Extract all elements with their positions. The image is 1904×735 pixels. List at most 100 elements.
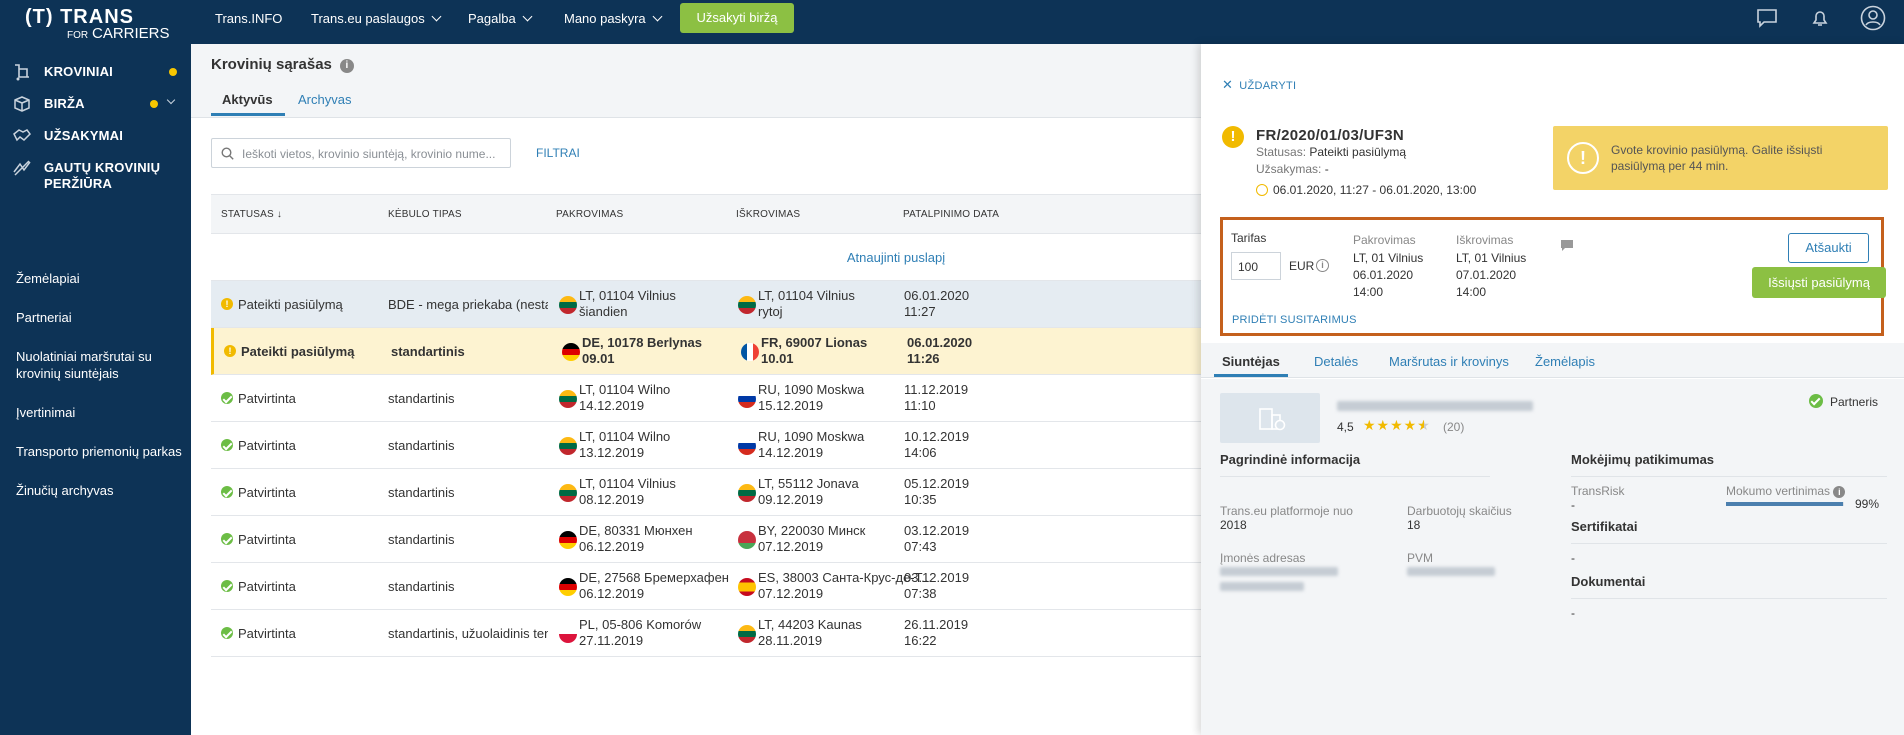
order-exchange-button[interactable]: Užsakyti biržą <box>680 3 794 33</box>
cargo-icon <box>15 64 29 81</box>
row-load-date: 14.12.2019 <box>579 398 645 413</box>
sidebar-item-maps[interactable]: Žemėlapiai <box>16 270 80 287</box>
star-rating: ★★★★★★ <box>1363 417 1431 433</box>
transrisk-value: - <box>1571 498 1575 512</box>
row-unload-place: RU, 1090 Moskwa <box>758 429 865 444</box>
trans-logo[interactable]: (T) TRANS FOR CARRIERS <box>25 6 170 43</box>
warning-icon: ! <box>221 298 233 310</box>
close-button[interactable]: ✕ UŽDARYTI <box>1222 77 1296 93</box>
row-body-type: standartinis <box>388 485 455 500</box>
row-body-type: standartinis <box>388 532 455 547</box>
offer-load-label: Pakrovimas <box>1353 233 1416 247</box>
notification-dot <box>169 68 177 76</box>
tab-archive[interactable]: Archyvas <box>298 92 351 113</box>
tab-sender[interactable]: Siuntėjas <box>1214 354 1288 377</box>
company-logo <box>1220 393 1320 443</box>
filters-button[interactable]: FILTRAI <box>536 146 580 160</box>
row-load-place: LT, 01104 Vilnius <box>579 476 676 491</box>
user-icon[interactable] <box>1860 5 1886 31</box>
row-status: Patvirtinta <box>238 438 296 453</box>
company-name-redacted[interactable] <box>1337 401 1533 411</box>
row-unload-date: 07.12.2019 <box>758 586 824 601</box>
row-load-date: 06.12.2019 <box>579 586 645 601</box>
cancel-button[interactable]: Atšaukti <box>1788 233 1869 263</box>
sidebar-item-exchange[interactable]: BIRŽA <box>0 94 191 114</box>
flag-icon <box>738 484 756 502</box>
row-posted-date: 06.01.2020 <box>904 288 970 303</box>
info-icon[interactable]: i <box>1316 259 1329 272</box>
table-row[interactable]: Patvirtinta standartinis LT, 01104 Wilno 14… <box>211 375 1201 422</box>
search-input[interactable]: Ieškoti vietos, krovinio siuntėją, krovi… <box>211 138 511 168</box>
sidebar-item-received-cargo[interactable]: GAUTŲ KROVINIŲ PERŽIŪRA <box>0 158 191 194</box>
check-icon <box>221 486 233 498</box>
sidebar-item-orders[interactable]: UŽSAKYMAI <box>0 126 191 146</box>
row-load-date: 13.12.2019 <box>579 445 645 460</box>
status-line: Statusas: Pateikti pasiūlymą <box>1256 145 1407 159</box>
certificates-value: - <box>1571 551 1575 565</box>
review-count[interactable]: (20) <box>1443 420 1464 434</box>
row-load-place: LT, 01104 Wilno <box>579 429 671 444</box>
table-row[interactable]: Patvirtinta standartinis, užuolaidinis te… <box>211 610 1201 657</box>
clock-icon <box>1256 184 1268 196</box>
offer-unload-label: Iškrovimas <box>1456 233 1514 247</box>
chevron-down-icon <box>522 11 533 22</box>
row-load-date: 27.11.2019 <box>579 633 644 648</box>
tab-active[interactable]: Aktyvūs <box>211 92 285 116</box>
info-icon[interactable]: i <box>1833 486 1846 498</box>
warning-icon: ! <box>1222 126 1244 148</box>
offer-load-time: 14:00 <box>1353 285 1384 299</box>
row-load-date: 06.12.2019 <box>579 539 645 554</box>
sidebar-item-fleet[interactable]: Transporto priemonių parkas <box>16 443 182 460</box>
row-load-date: šiandien <box>579 304 628 319</box>
add-agreements-link[interactable]: PRIDĖTI SUSITARIMUS <box>1232 314 1357 326</box>
nav-my-account[interactable]: Mano paskyra <box>564 0 663 37</box>
row-body-type: BDE - mega priekaba (nestandar... <box>388 297 548 312</box>
nav-help[interactable]: Pagalba <box>468 0 533 37</box>
nav-trans-eu-services[interactable]: Trans.eu paslaugos <box>311 0 442 37</box>
row-unload-date: 10.01 <box>761 351 794 366</box>
sidebar-item-routes[interactable]: Nuolatiniai maršrutai su krovinių siuntė… <box>16 348 176 382</box>
bell-icon[interactable] <box>1810 8 1830 28</box>
pay-rating-fill <box>1726 502 1843 506</box>
table-row[interactable]: ! Pateikti pasiūlymą BDE - mega priekaba (… <box>211 281 1201 328</box>
sidebar-item-ratings[interactable]: Įvertinimai <box>16 404 75 421</box>
chat-icon[interactable] <box>1756 8 1778 28</box>
sidebar-item-message-archive[interactable]: Žinučių archyvas <box>16 482 114 499</box>
row-posted-time: 07:43 <box>904 539 937 554</box>
flag-icon <box>562 343 580 361</box>
logo-line2a: FOR <box>67 30 89 41</box>
sidebar-item-partners[interactable]: Partneriai <box>16 309 72 326</box>
row-posted-time: 07:38 <box>904 586 937 601</box>
offer-load-date: 06.01.2020 <box>1353 268 1414 282</box>
table-row[interactable]: ! Pateikti pasiūlymą standartinis DE, 10178… <box>211 328 1201 375</box>
row-load-place: LT, 01104 Vilnius <box>579 288 676 303</box>
address-redacted-2 <box>1220 582 1304 591</box>
table-row[interactable]: Patvirtinta standartinis LT, 01104 Vilnius… <box>211 469 1201 516</box>
flag-icon <box>738 296 756 314</box>
notification-dot <box>150 100 158 108</box>
row-posted-time: 14:06 <box>904 445 937 460</box>
tab-details[interactable]: Detalės <box>1314 354 1358 369</box>
send-offer-button[interactable]: Išsiųsti pasiūlymą <box>1752 267 1886 298</box>
sidebar-item-cargo[interactable]: KROVINIAI <box>0 62 191 82</box>
since-label: Trans.eu platformoje nuo <box>1220 504 1353 518</box>
tab-route-cargo[interactable]: Maršrutas ir krovinys <box>1389 354 1509 369</box>
warning-icon: ! <box>224 345 236 357</box>
row-status: Patvirtinta <box>238 626 296 641</box>
refresh-page-link[interactable]: Atnaujinti puslapį <box>211 234 1201 281</box>
table-row[interactable]: Patvirtinta standartinis DE, 27568 Бремерх… <box>211 563 1201 610</box>
column-unloading: IŠKROVIMAS <box>736 209 801 220</box>
table-row[interactable]: Patvirtinta standartinis LT, 01104 Wilno 13… <box>211 422 1201 469</box>
column-status[interactable]: STATUSAS ↓ <box>221 209 282 220</box>
comment-icon[interactable] <box>1560 239 1574 252</box>
table-row[interactable]: Patvirtinta standartinis DE, 80331 Мюнхен 0… <box>211 516 1201 563</box>
rating-value: 4,5 <box>1337 420 1354 434</box>
tab-map[interactable]: Žemėlapis <box>1535 354 1595 369</box>
currency: EUR <box>1289 259 1315 273</box>
price-input[interactable]: 100 <box>1231 252 1281 280</box>
row-posted-date: 03.12.2019 <box>904 570 970 585</box>
row-unload-place: BY, 220030 Минск <box>758 523 866 538</box>
row-unload-date: 28.11.2019 <box>758 633 823 648</box>
info-icon[interactable]: i <box>339 59 354 73</box>
nav-trans-info[interactable]: Trans.INFO <box>215 0 282 37</box>
